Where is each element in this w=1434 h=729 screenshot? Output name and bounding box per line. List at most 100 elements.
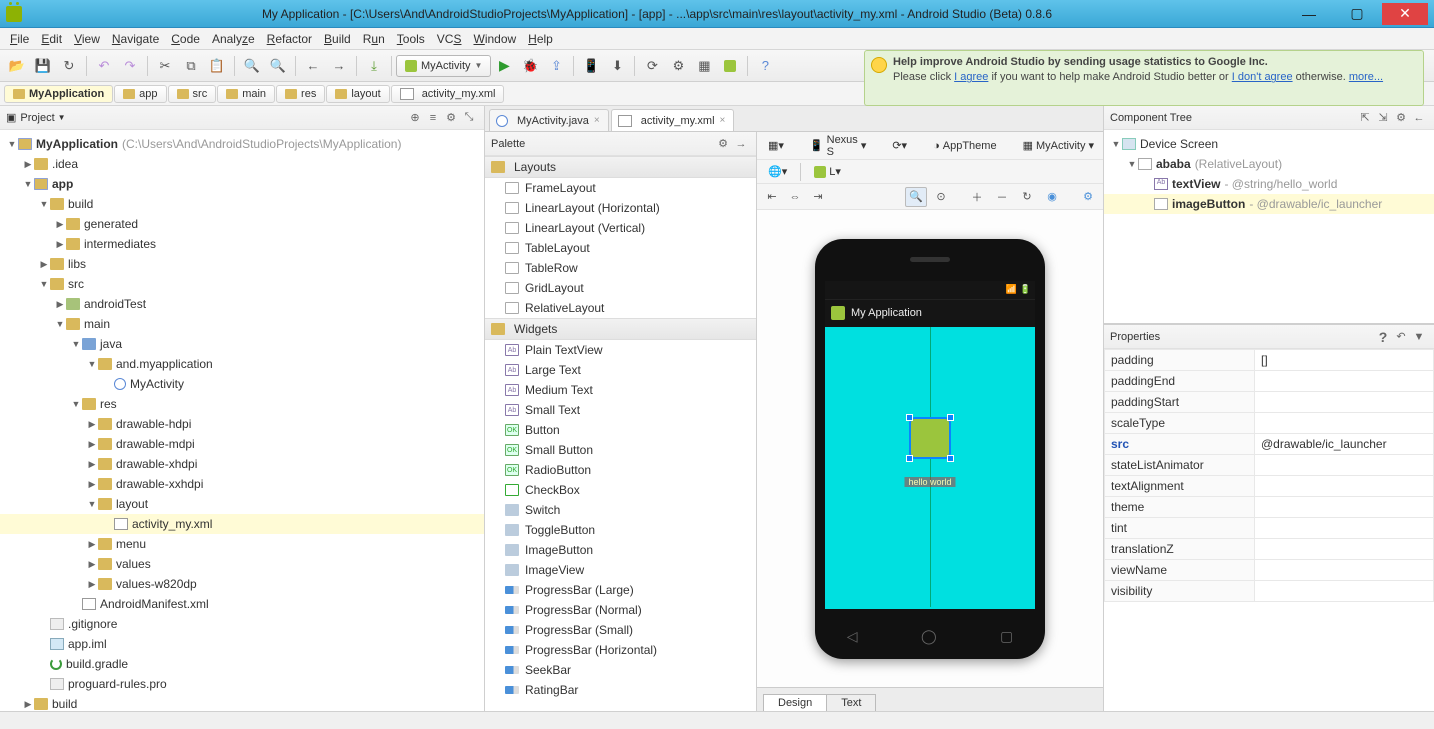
property-row[interactable]: visibility <box>1105 581 1434 602</box>
palette-item[interactable]: ProgressBar (Normal) <box>485 600 756 620</box>
props-filter-icon[interactable]: ▼ <box>1410 331 1428 343</box>
align-center-icon[interactable]: ⇔ <box>784 187 806 207</box>
open-icon[interactable]: 📂 <box>5 54 29 78</box>
cut-icon[interactable]: ✂ <box>153 54 177 78</box>
gradle-sync-icon[interactable]: ⟳ <box>640 54 664 78</box>
palette-item[interactable]: AbLarge Text <box>485 360 756 380</box>
palette-cat-layouts[interactable]: Layouts <box>485 156 756 178</box>
project-tree[interactable]: ▼MyApplication(C:\Users\And\AndroidStudi… <box>0 130 484 711</box>
palette-item[interactable]: OKSmall Button <box>485 440 756 460</box>
properties-table[interactable]: padding[]paddingEndpaddingStartscaleType… <box>1104 349 1434 711</box>
make-icon[interactable]: ⤓ <box>362 54 386 78</box>
copy-icon[interactable]: ⧉ <box>179 54 203 78</box>
i-dont-agree-link[interactable]: I don't agree <box>1232 71 1293 83</box>
menu-tools[interactable]: Tools <box>391 28 431 50</box>
render-settings-icon[interactable]: ⚙ <box>1077 187 1099 207</box>
crumb-file[interactable]: activity_my.xml <box>391 85 505 103</box>
collapse-all-icon[interactable]: ⇲ <box>1374 111 1392 124</box>
palette-item[interactable]: SeekBar <box>485 660 756 680</box>
debug-button[interactable]: 🐞 <box>518 54 542 78</box>
palette-item[interactable]: OKButton <box>485 420 756 440</box>
component-tree[interactable]: ▼Device Screen ▼ababa(RelativeLayout) Ab… <box>1104 130 1434 218</box>
window-minimize-button[interactable]: — <box>1286 3 1332 25</box>
ctree-hide-icon[interactable]: ← <box>1410 112 1428 124</box>
property-row[interactable]: tint <box>1105 518 1434 539</box>
menu-window[interactable]: Window <box>467 28 522 50</box>
crumb-main[interactable]: main <box>217 85 275 103</box>
crumb-app[interactable]: app <box>114 85 166 103</box>
crumb-root[interactable]: MyApplication <box>4 85 113 103</box>
palette-item[interactable]: RatingBar <box>485 680 756 700</box>
tab-text[interactable]: Text <box>826 694 876 711</box>
menu-file[interactable]: File <box>4 28 35 50</box>
palette-item[interactable]: TableRow <box>485 258 756 278</box>
android-icon[interactable] <box>718 54 742 78</box>
property-row[interactable]: stateListAnimator <box>1105 455 1434 476</box>
align-right-icon[interactable]: ⇥ <box>807 187 829 207</box>
menu-view[interactable]: View <box>68 28 106 50</box>
scroll-from-source-icon[interactable]: ⊕ <box>406 111 424 124</box>
tip-more-link[interactable]: more... <box>1349 71 1383 83</box>
property-row[interactable]: viewName <box>1105 560 1434 581</box>
menu-refactor[interactable]: Refactor <box>261 28 318 50</box>
crumb-layout[interactable]: layout <box>326 85 389 103</box>
menu-analyze[interactable]: Analyze <box>206 28 261 50</box>
avd-manager-icon[interactable]: 📱 <box>579 54 603 78</box>
device-screen[interactable]: 📶🔋 My Application hello world <box>825 281 1035 609</box>
palette-item[interactable]: Switch <box>485 500 756 520</box>
property-row[interactable]: translationZ <box>1105 539 1434 560</box>
palette-item[interactable]: RelativeLayout <box>485 298 756 318</box>
palette-hide-icon[interactable]: → <box>732 138 750 150</box>
menu-build[interactable]: Build <box>318 28 357 50</box>
activity-dropdown[interactable]: ▦ MyActivity▾ <box>1016 136 1101 155</box>
close-icon[interactable]: × <box>594 115 600 126</box>
tab-xml[interactable]: activity_my.xml× <box>611 109 735 131</box>
palette-item[interactable]: LinearLayout (Horizontal) <box>485 198 756 218</box>
palette-item[interactable]: ProgressBar (Small) <box>485 620 756 640</box>
palette-cat-widgets[interactable]: Widgets <box>485 318 756 340</box>
sdk-manager-icon[interactable]: ⬇ <box>605 54 629 78</box>
palette-item[interactable]: OKRadioButton <box>485 460 756 480</box>
replace-icon[interactable]: 🔍 <box>266 54 290 78</box>
orientation-dropdown[interactable]: ⟳▾ <box>885 136 914 155</box>
settings-icon[interactable]: ⚙ <box>442 111 460 124</box>
textview-widget[interactable]: hello world <box>904 477 955 487</box>
layout-canvas[interactable]: 📶🔋 My Application hello world ◁◯▢ <box>757 210 1103 687</box>
image-button-widget[interactable] <box>911 419 949 457</box>
property-row[interactable]: padding[] <box>1105 350 1434 371</box>
menu-vcs[interactable]: VCS <box>431 28 468 50</box>
zoom-out-icon[interactable]: － <box>991 187 1013 207</box>
ctree-selected[interactable]: imageButton- @drawable/ic_launcher <box>1104 194 1434 214</box>
props-help-icon[interactable]: ? <box>1374 329 1392 345</box>
locale-dropdown[interactable]: 🌐▾ <box>761 162 794 181</box>
property-row[interactable]: theme <box>1105 497 1434 518</box>
collapse-all-icon[interactable]: ≡ <box>424 112 442 124</box>
menu-edit[interactable]: Edit <box>35 28 68 50</box>
palette-item[interactable]: ImageView <box>485 560 756 580</box>
menu-code[interactable]: Code <box>165 28 206 50</box>
property-row[interactable]: paddingStart <box>1105 392 1434 413</box>
property-row[interactable]: src@drawable/ic_launcher <box>1105 434 1434 455</box>
tab-java[interactable]: MyActivity.java× <box>489 109 609 131</box>
zoom-fit-icon[interactable]: 🔍 <box>905 187 927 207</box>
palette-item[interactable]: ToggleButton <box>485 520 756 540</box>
menu-navigate[interactable]: Navigate <box>106 28 165 50</box>
palette-item[interactable]: GridLayout <box>485 278 756 298</box>
redo-icon[interactable]: ↷ <box>118 54 142 78</box>
palette-item[interactable]: AbMedium Text <box>485 380 756 400</box>
ddms-icon[interactable]: ▦ <box>692 54 716 78</box>
palette-item[interactable]: AbPlain TextView <box>485 340 756 360</box>
theme-dropdown[interactable]: ◑ AppTheme <box>926 137 1003 155</box>
expand-all-icon[interactable]: ⇱ <box>1356 111 1374 124</box>
crumb-res[interactable]: res <box>276 85 325 103</box>
attach-debugger-icon[interactable]: ⇪ <box>544 54 568 78</box>
palette-item[interactable]: AbSmall Text <box>485 400 756 420</box>
window-close-button[interactable]: ✕ <box>1382 3 1428 25</box>
align-left-icon[interactable]: ⇤ <box>761 187 783 207</box>
help-icon[interactable]: ? <box>753 54 777 78</box>
undo-icon[interactable]: ↶ <box>92 54 116 78</box>
close-icon[interactable]: × <box>720 115 726 126</box>
ctree-settings-icon[interactable]: ⚙ <box>1392 111 1410 124</box>
device-dropdown[interactable]: 📱 Nexus S▾ <box>803 132 873 161</box>
property-row[interactable]: textAlignment <box>1105 476 1434 497</box>
